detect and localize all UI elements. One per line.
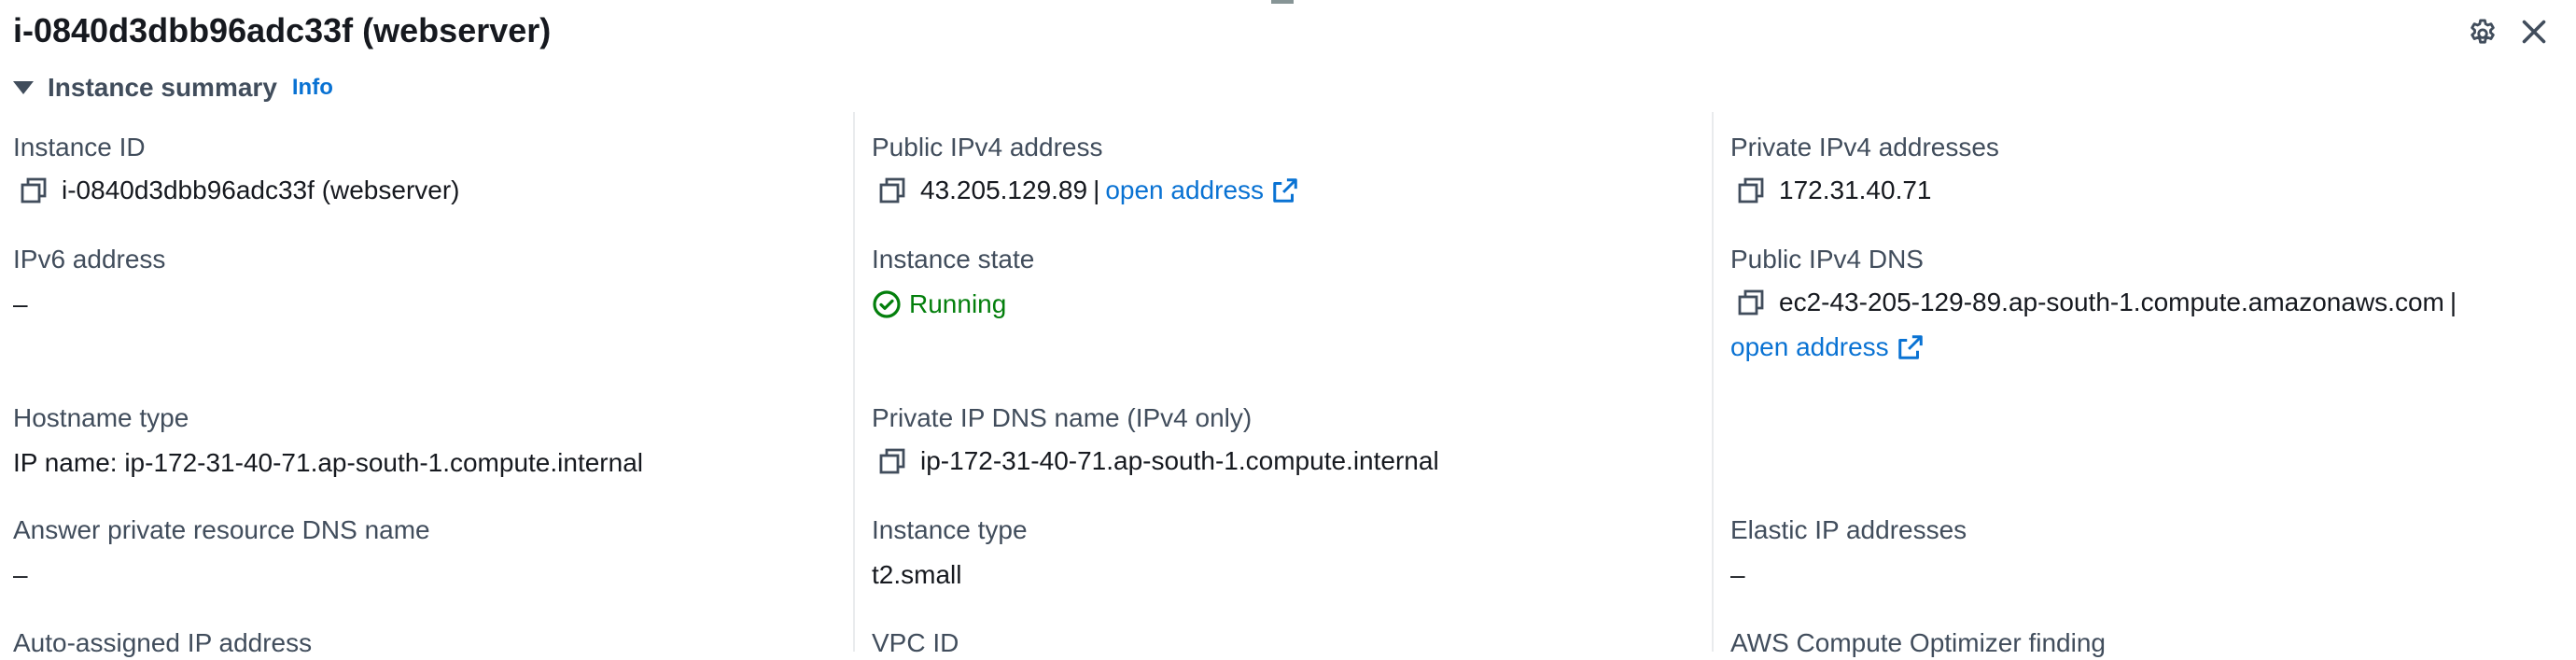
field-value: 172.31.40.71 (1730, 174, 1999, 207)
separator: | (2449, 288, 2457, 316)
column-divider (853, 112, 855, 652)
public-ipv4-value: 43.205.129.89 (920, 176, 1088, 204)
elastic-ip-value: – (1730, 560, 1745, 589)
field-label: Public IPv4 DNS (1730, 245, 1924, 274)
field-label: Instance ID (13, 133, 146, 161)
field-label: Hostname type (13, 403, 189, 432)
answer-dns-value: – (13, 560, 28, 589)
external-link-icon[interactable] (1271, 176, 1299, 204)
caret-down-icon[interactable] (13, 81, 34, 94)
field-label: Answer private resource DNS name (13, 515, 430, 544)
hostname-type-field: Hostname type IP name: ip-172-31-40-71.a… (13, 401, 643, 480)
vpc-id-label: VPC ID (872, 628, 959, 657)
field-label: IPv6 address (13, 245, 166, 274)
field-value: 43.205.129.89 | open address (872, 174, 1299, 207)
public-dns-field: Public IPv4 DNS ec2-43-205-129-89.ap-sou… (1730, 243, 2462, 364)
separator: | (1093, 176, 1100, 204)
field-label: Public IPv4 address (872, 133, 1103, 161)
field-value: ec2-43-205-129-89.ap-south-1.compute.ama… (1730, 286, 2462, 319)
check-circle-icon (873, 290, 901, 318)
open-address-link[interactable]: open address (1105, 174, 1264, 207)
hostname-type-value: IP name: ip-172-31-40-71.ap-south-1.comp… (13, 448, 643, 477)
private-dns-value: ip-172-31-40-71.ap-south-1.compute.inter… (920, 446, 1439, 475)
copy-icon[interactable] (19, 176, 49, 205)
settings-button[interactable] (2464, 13, 2501, 50)
gear-icon (2471, 19, 2495, 44)
elastic-ip-field: Elastic IP addresses – (1730, 513, 1967, 592)
close-icon (2522, 20, 2546, 44)
open-address-link[interactable]: open address (1730, 330, 1889, 364)
instance-id-field: Instance ID i-0840d3dbb96adc33f (webserv… (13, 131, 460, 207)
instance-id-value: i-0840d3dbb96adc33f (webserver) (62, 176, 460, 204)
private-dns-field: Private IP DNS name (IPv4 only) ip-172-3… (872, 401, 1439, 478)
page-title: i-0840d3dbb96adc33f (webserver) (13, 11, 552, 49)
field-label: Instance type (872, 515, 1028, 544)
copy-icon[interactable] (877, 176, 907, 205)
copy-icon[interactable] (877, 446, 907, 476)
ipv6-field: IPv6 address – (13, 243, 165, 321)
field-label: Private IPv4 addresses (1730, 133, 1999, 161)
public-ipv4-field: Public IPv4 address 43.205.129.89 | open… (872, 131, 1299, 207)
optimizer-finding-label: AWS Compute Optimizer finding (1730, 628, 2106, 657)
section-title: Instance summary (48, 73, 277, 102)
section-header[interactable]: Instance summary Info (13, 69, 333, 106)
private-ipv4-value: 172.31.40.71 (1779, 176, 1932, 204)
ipv6-value: – (13, 289, 28, 318)
instance-state-value: Running (909, 289, 1007, 318)
field-value: i-0840d3dbb96adc33f (webserver) (13, 174, 460, 207)
status-indicator: Running (872, 288, 1034, 321)
field-label: Instance state (872, 245, 1035, 274)
panel-resize-handle[interactable] (1271, 0, 1294, 4)
field-value: ip-172-31-40-71.ap-south-1.compute.inter… (872, 444, 1439, 478)
answer-dns-field: Answer private resource DNS name – (13, 513, 430, 592)
field-label: Elastic IP addresses (1730, 515, 1967, 544)
instance-state-field: Instance state Running (872, 243, 1034, 321)
instance-type-value: t2.small (872, 560, 962, 589)
auto-ip-label: Auto-assigned IP address (13, 628, 313, 657)
field-label: Private IP DNS name (IPv4 only) (872, 403, 1253, 432)
copy-icon[interactable] (1736, 288, 1766, 317)
private-ipv4-field: Private IPv4 addresses 172.31.40.71 (1730, 131, 1999, 207)
close-button[interactable] (2515, 13, 2553, 50)
instance-type-field: Instance type t2.small (872, 513, 1028, 592)
external-link-icon[interactable] (1897, 333, 1925, 361)
public-dns-value: ec2-43-205-129-89.ap-south-1.compute.ama… (1779, 288, 2444, 316)
field-value: open address (1730, 330, 2462, 364)
info-link[interactable]: Info (292, 75, 333, 101)
copy-icon[interactable] (1736, 176, 1766, 205)
column-divider (1712, 112, 1714, 652)
